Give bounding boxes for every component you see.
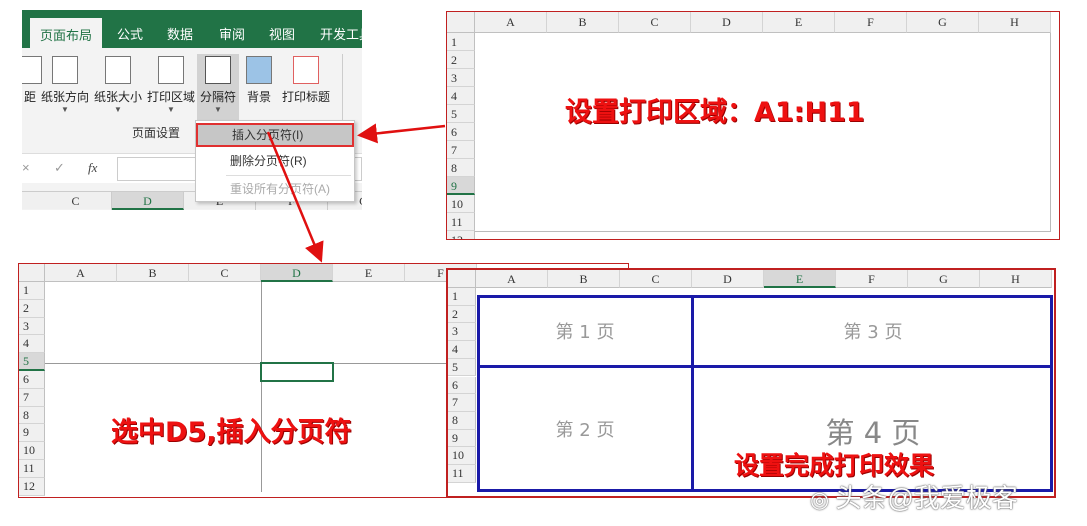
arrows-overlay xyxy=(266,123,446,263)
arrow-to-sheet xyxy=(266,131,324,263)
weibo-logo-icon: ◎ xyxy=(810,487,836,512)
watermark: ◎ 头条@我爱极客 xyxy=(810,478,1018,515)
arrow-to-menu xyxy=(357,123,446,144)
watermark-text: 头条@我爱极客 xyxy=(835,483,1018,513)
